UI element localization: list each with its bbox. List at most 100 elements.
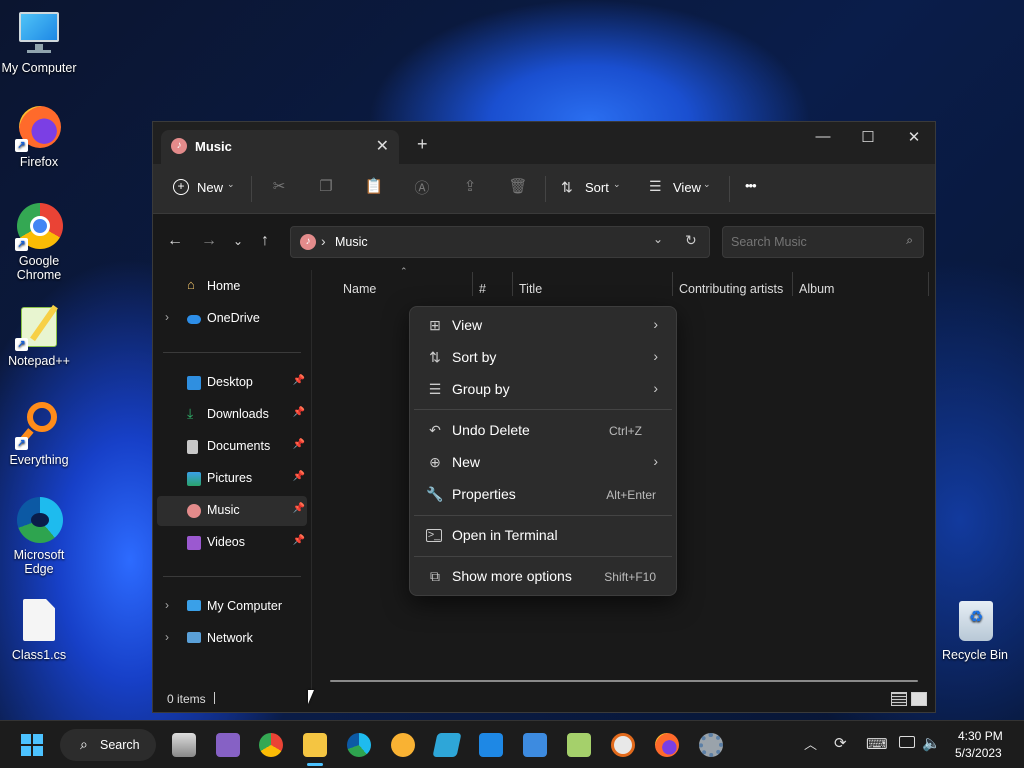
pin-icon[interactable]: 📌: [293, 535, 305, 546]
desktop-icon-edge[interactable]: Microsoft Edge: [1, 497, 77, 576]
desktop-icon-class1[interactable]: Class1.cs: [1, 597, 77, 662]
firefox-icon[interactable]: [655, 733, 679, 757]
sidebar-item-desktop[interactable]: Desktop 📌: [157, 368, 307, 398]
menu-item-properties[interactable]: 🔧 Properties Alt+Enter: [414, 480, 672, 510]
menu-item-label: New: [452, 454, 481, 470]
azure-data-studio-icon[interactable]: [432, 733, 462, 757]
pin-icon[interactable]: 📌: [293, 471, 305, 482]
task-view-icon[interactable]: [172, 733, 196, 757]
weather-icon[interactable]: [391, 733, 415, 757]
desktop-icon-chrome[interactable]: ↗ Google Chrome: [1, 203, 77, 282]
tiles-view-icon[interactable]: [911, 692, 927, 706]
breadcrumb-music[interactable]: Music: [335, 235, 368, 249]
share-icon[interactable]: ⇪: [459, 177, 481, 199]
address-dropdown-icon[interactable]: ⌄: [653, 232, 663, 246]
visual-studio-icon[interactable]: [216, 733, 240, 757]
pane-divider[interactable]: [311, 270, 312, 690]
column-divider[interactable]: [672, 272, 673, 296]
close-window-button[interactable]: ✕: [899, 128, 929, 152]
expand-chevron-icon[interactable]: ›: [165, 598, 169, 612]
menu-item-undo-delete[interactable]: ↶ Undo Delete Ctrl+Z: [414, 416, 672, 446]
address-bar[interactable]: ♪ › Music ⌄ ↻: [290, 226, 710, 258]
menu-item-show-more-options[interactable]: ⧉ Show more options Shift+F10: [414, 562, 672, 592]
file-explorer-icon[interactable]: [303, 733, 327, 757]
recent-chevron-icon[interactable]: ⌄: [233, 234, 243, 248]
clock-time[interactable]: 4:30 PM: [958, 729, 1003, 743]
more-options-icon[interactable]: •••: [745, 178, 757, 193]
pin-icon[interactable]: 📌: [293, 407, 305, 418]
show-hidden-icons-chevron[interactable]: ︿: [804, 734, 817, 753]
sidebar-item-home[interactable]: ⌂ Home: [157, 272, 307, 302]
media-player-icon[interactable]: [611, 733, 635, 757]
sort-button[interactable]: ⇅ Sort ⌄: [559, 176, 625, 202]
pin-icon[interactable]: 📌: [293, 439, 305, 450]
sidebar-item-onedrive[interactable]: › OneDrive: [157, 304, 307, 334]
column-header-contributing-artists[interactable]: Contributing artists: [679, 282, 783, 306]
search-input[interactable]: [731, 233, 891, 251]
rename-icon[interactable]: Ⓐ: [411, 177, 433, 199]
column-header-number[interactable]: #: [479, 282, 486, 306]
column-header-name[interactable]: Name: [343, 282, 376, 306]
column-divider[interactable]: [512, 272, 513, 296]
microsoft-store-icon[interactable]: [479, 733, 503, 757]
column-divider[interactable]: [472, 272, 473, 296]
column-divider[interactable]: [792, 272, 793, 296]
start-button[interactable]: [21, 734, 43, 756]
sidebar-item-downloads[interactable]: ⤓ Downloads 📌: [157, 400, 307, 430]
menu-item-new[interactable]: ⊕ New ›: [414, 448, 672, 478]
column-header-title[interactable]: Title: [519, 282, 542, 306]
maximize-button[interactable]: ☐: [853, 128, 883, 152]
undo-icon: ↶: [429, 422, 441, 438]
sidebar-item-documents[interactable]: Documents 📌: [157, 432, 307, 462]
menu-item-view[interactable]: ⊞ View ›: [414, 311, 672, 341]
settings-icon[interactable]: [699, 733, 723, 757]
clock-date[interactable]: 5/3/2023: [955, 746, 1002, 760]
expand-chevron-icon[interactable]: ›: [165, 310, 169, 324]
volume-icon[interactable]: 🔈: [922, 734, 941, 752]
up-arrow-icon[interactable]: ↑: [261, 232, 269, 250]
cut-icon[interactable]: ✂: [268, 177, 290, 199]
chrome-icon[interactable]: [259, 733, 283, 757]
forward-arrow-icon[interactable]: →: [201, 232, 217, 250]
tab-close-icon[interactable]: ✕: [376, 136, 389, 156]
notepadpp-icon[interactable]: [567, 733, 591, 757]
sidebar-item-my-computer[interactable]: › My Computer: [157, 592, 307, 622]
new-button[interactable]: + New ⌄: [171, 176, 241, 202]
pin-icon[interactable]: 📌: [293, 503, 305, 514]
copy-icon[interactable]: ❐: [315, 177, 337, 199]
edge-icon[interactable]: [347, 733, 371, 757]
desktop-icon-notepadpp[interactable]: ↗ Notepad++: [1, 303, 77, 368]
menu-item-open-terminal[interactable]: >_ Open in Terminal: [414, 521, 672, 551]
desktop-icon-everything[interactable]: ↗ Everything: [1, 402, 77, 467]
paste-icon[interactable]: 📋: [363, 177, 385, 199]
sidebar-item-network[interactable]: › Network: [157, 624, 307, 654]
horizontal-scrollbar[interactable]: [330, 680, 918, 682]
desktop-icon-firefox[interactable]: ↗ Firefox: [1, 104, 77, 169]
notepad-icon[interactable]: [523, 733, 547, 757]
sidebar-item-music[interactable]: Music 📌: [157, 496, 307, 526]
tab-music[interactable]: ♪ Music ✕: [161, 130, 399, 164]
menu-item-group-by[interactable]: ☰ Group by ›: [414, 375, 672, 405]
sidebar-item-pictures[interactable]: Pictures 📌: [157, 464, 307, 494]
menu-item-label: Properties: [452, 486, 516, 502]
details-view-icon[interactable]: [891, 692, 907, 706]
column-header-album[interactable]: Album: [799, 282, 834, 306]
network-icon[interactable]: [899, 736, 915, 748]
new-tab-button[interactable]: +: [417, 134, 428, 155]
delete-icon[interactable]: 🗑: [507, 177, 529, 199]
view-button[interactable]: ☰ View ⌄: [647, 176, 717, 202]
pin-icon[interactable]: 📌: [293, 375, 305, 386]
desktop-icon-my-computer[interactable]: My Computer: [1, 10, 77, 75]
desktop-icon-recycle-bin[interactable]: ♻ Recycle Bin: [937, 597, 1013, 662]
sidebar-item-videos[interactable]: Videos 📌: [157, 528, 307, 558]
keyboard-icon[interactable]: ⌨: [866, 735, 888, 753]
minimize-button[interactable]: —: [808, 128, 838, 152]
menu-item-sort-by[interactable]: ⇅ Sort by ›: [414, 343, 672, 373]
taskbar-search[interactable]: ⌕ Search: [60, 729, 156, 761]
back-arrow-icon[interactable]: ←: [167, 232, 183, 250]
search-box[interactable]: ⌕: [722, 226, 924, 258]
column-divider[interactable]: [928, 272, 929, 296]
refresh-icon[interactable]: ↻: [685, 232, 697, 249]
sync-icon[interactable]: ⟳: [834, 734, 847, 752]
expand-chevron-icon[interactable]: ›: [165, 630, 169, 644]
